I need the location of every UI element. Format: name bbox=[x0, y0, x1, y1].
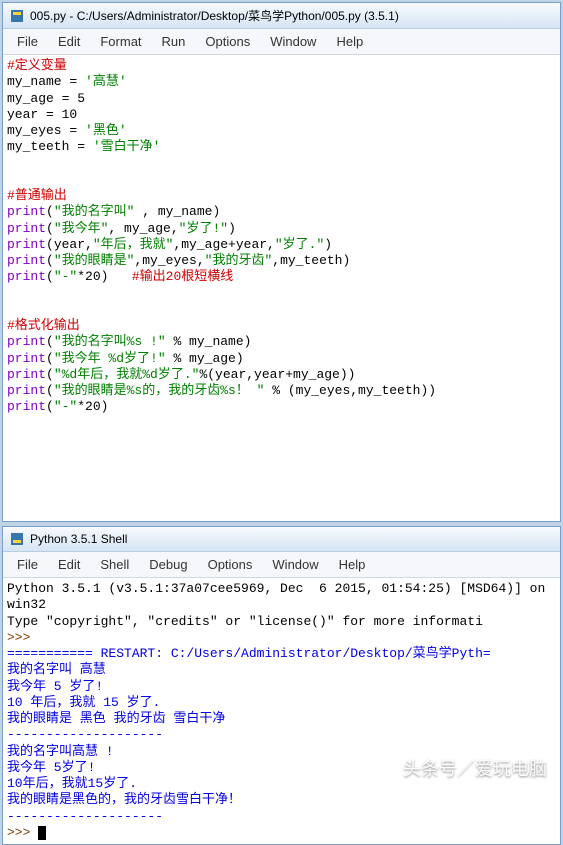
shell-banner-2: Type "copyright", "credits" or "license(… bbox=[7, 614, 483, 629]
shell-dash-2: -------------------- bbox=[7, 809, 163, 824]
shell-menu-window[interactable]: Window bbox=[262, 554, 328, 575]
shell-prompt-2: >>> bbox=[7, 825, 30, 840]
editor-menubar: File Edit Format Run Options Window Help bbox=[3, 29, 560, 55]
shell-prompt: >>> bbox=[7, 630, 30, 645]
editor-title: 005.py - C:/Users/Administrator/Desktop/… bbox=[30, 7, 399, 24]
shell-out-6: 我今年 5岁了! bbox=[7, 760, 95, 775]
menu-help[interactable]: Help bbox=[326, 31, 373, 52]
shell-output[interactable]: Python 3.5.1 (v3.5.1:37a07cee5969, Dec 6… bbox=[3, 578, 560, 844]
shell-out-7: 10年后，我就15岁了. bbox=[7, 776, 137, 791]
shell-menu-debug[interactable]: Debug bbox=[139, 554, 197, 575]
shell-out-8: 我的眼睛是黑色的，我的牙齿雪白干净！ bbox=[7, 792, 241, 807]
editor-titlebar[interactable]: 005.py - C:/Users/Administrator/Desktop/… bbox=[3, 3, 560, 29]
shell-menu-shell[interactable]: Shell bbox=[90, 554, 139, 575]
shell-out-5: 我的名字叫高慧 ! bbox=[7, 744, 114, 759]
shell-menu-edit[interactable]: Edit bbox=[48, 554, 90, 575]
shell-menu-help[interactable]: Help bbox=[329, 554, 376, 575]
watermark: 头条号／爱玩电脑 bbox=[403, 755, 547, 781]
shell-window: Python 3.5.1 Shell File Edit Shell Debug… bbox=[2, 526, 561, 845]
python-file-icon bbox=[9, 8, 25, 24]
shell-out-3: 10 年后，我就 15 岁了. bbox=[7, 695, 160, 710]
menu-window[interactable]: Window bbox=[260, 31, 326, 52]
shell-out-1: 我的名字叫 高慧 bbox=[7, 662, 106, 677]
shell-restart: =========== RESTART: C:/Users/Administra… bbox=[7, 646, 491, 661]
menu-run[interactable]: Run bbox=[152, 31, 196, 52]
shell-menubar: File Edit Shell Debug Options Window Hel… bbox=[3, 552, 560, 578]
shell-menu-file[interactable]: File bbox=[7, 554, 48, 575]
menu-file[interactable]: File bbox=[7, 31, 48, 52]
shell-dash-1: -------------------- bbox=[7, 727, 163, 742]
menu-options[interactable]: Options bbox=[195, 31, 260, 52]
shell-banner-1: Python 3.5.1 (v3.5.1:37a07cee5969, Dec 6… bbox=[7, 581, 553, 612]
shell-titlebar[interactable]: Python 3.5.1 Shell bbox=[3, 527, 560, 552]
code-editor[interactable]: #定义变量 my_name = '高慧' my_age = 5 year = 1… bbox=[3, 55, 560, 419]
cursor-icon bbox=[38, 826, 46, 840]
menu-edit[interactable]: Edit bbox=[48, 31, 90, 52]
shell-menu-options[interactable]: Options bbox=[198, 554, 263, 575]
menu-format[interactable]: Format bbox=[90, 31, 151, 52]
editor-window: 005.py - C:/Users/Administrator/Desktop/… bbox=[2, 2, 561, 522]
shell-out-2: 我今年 5 岁了! bbox=[7, 679, 103, 694]
shell-title: Python 3.5.1 Shell bbox=[30, 532, 127, 546]
shell-out-4: 我的眼睛是 黑色 我的牙齿 雪白干净 bbox=[7, 711, 225, 726]
python-shell-icon bbox=[9, 531, 25, 547]
